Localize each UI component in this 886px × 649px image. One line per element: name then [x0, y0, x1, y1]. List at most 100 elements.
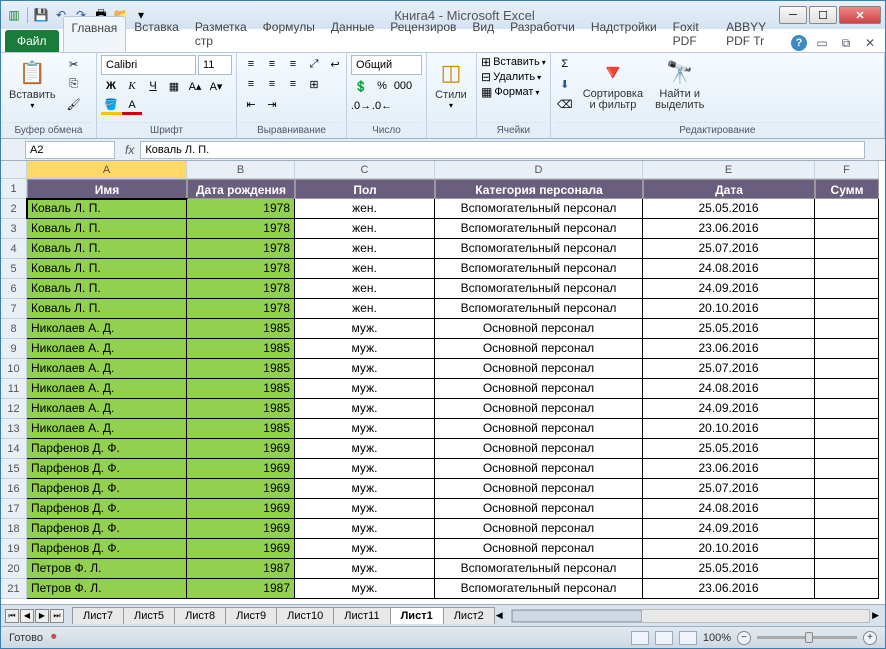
file-tab[interactable]: Файл [5, 30, 59, 52]
border-button[interactable]: ▦ [164, 77, 184, 95]
italic-button[interactable]: К [122, 77, 142, 95]
increase-decimal-icon[interactable]: .0→ [351, 97, 371, 115]
cell[interactable]: 23.06.2016 [643, 579, 815, 599]
cell[interactable]: 25.07.2016 [643, 239, 815, 259]
sheet-tab[interactable]: Лист10 [276, 607, 334, 624]
paste-button[interactable]: 📋 Вставить ▾ [5, 55, 60, 112]
cell[interactable]: Петров Ф. Л. [27, 559, 187, 579]
row-header[interactable]: 16 [1, 479, 27, 499]
cell[interactable]: 24.09.2016 [643, 519, 815, 539]
cell[interactable]: Вспомогательный персонал [435, 279, 643, 299]
decrease-decimal-icon[interactable]: .0← [372, 97, 392, 115]
cell[interactable]: жен. [295, 279, 435, 299]
cell[interactable]: 20.10.2016 [643, 299, 815, 319]
align-center-icon[interactable]: ≡ [262, 75, 282, 93]
cell[interactable] [815, 259, 879, 279]
cell[interactable]: Парфенов Д. Ф. [27, 479, 187, 499]
cell[interactable]: муж. [295, 579, 435, 599]
row-header[interactable]: 19 [1, 539, 27, 559]
font-size-combo[interactable]: 11 [198, 55, 232, 75]
maximize-button[interactable]: ☐ [809, 6, 837, 24]
cell[interactable]: жен. [295, 199, 435, 219]
ribbon-minimize-icon[interactable]: ▭ [813, 34, 831, 52]
cell[interactable] [815, 239, 879, 259]
cell[interactable]: Вспомогательный персонал [435, 259, 643, 279]
find-select-button[interactable]: 🔭 Найти и выделить [651, 55, 708, 113]
ribbon-tab[interactable]: Вставка [126, 16, 187, 52]
cell[interactable] [815, 459, 879, 479]
cell[interactable] [815, 559, 879, 579]
sheet-tab[interactable]: Лист1 [390, 607, 444, 624]
cell[interactable]: Основной персонал [435, 319, 643, 339]
cell[interactable]: 1978 [187, 299, 295, 319]
close-button[interactable]: ✕ [839, 6, 881, 24]
row-header[interactable]: 17 [1, 499, 27, 519]
cell[interactable]: Вспомогательный персонал [435, 199, 643, 219]
cell[interactable]: 1978 [187, 239, 295, 259]
orientation-icon[interactable]: ⤢ [304, 55, 324, 73]
cell[interactable]: Вспомогательный персонал [435, 219, 643, 239]
zoom-out-button[interactable]: − [737, 631, 751, 645]
sheet-first-icon[interactable]: ⏮ [5, 609, 19, 623]
formula-input[interactable]: Коваль Л. П. [140, 141, 865, 159]
align-middle-icon[interactable]: ≡ [262, 55, 282, 73]
th-date[interactable]: Дата [643, 179, 815, 199]
row-header[interactable]: 8 [1, 319, 27, 339]
bold-button[interactable]: Ж [101, 77, 121, 95]
cell[interactable]: Основной персонал [435, 359, 643, 379]
number-format-combo[interactable]: Общий [351, 55, 422, 75]
cell[interactable]: 1978 [187, 199, 295, 219]
currency-icon[interactable]: 💲 [351, 77, 371, 95]
cell[interactable]: 23.06.2016 [643, 219, 815, 239]
col-header-E[interactable]: E [643, 161, 815, 179]
cell[interactable] [815, 419, 879, 439]
row-header[interactable]: 2 [1, 199, 27, 219]
cell[interactable]: муж. [295, 539, 435, 559]
col-header-D[interactable]: D [435, 161, 643, 179]
copy-icon[interactable]: ⎘ [64, 75, 84, 93]
view-break-icon[interactable] [679, 631, 697, 645]
percent-icon[interactable]: % [372, 77, 392, 95]
cell[interactable]: Основной персонал [435, 339, 643, 359]
cell[interactable]: 1985 [187, 359, 295, 379]
sheet-tab[interactable]: Лист2 [443, 607, 495, 624]
cell[interactable]: Николаев А. Д. [27, 319, 187, 339]
cell[interactable]: 1969 [187, 499, 295, 519]
sheet-next-icon[interactable]: ▶ [35, 609, 49, 623]
worksheet-grid[interactable]: A B C D E F 1 Имя Дата рождения Пол Кате… [1, 161, 885, 604]
row-header[interactable]: 11 [1, 379, 27, 399]
cell[interactable]: 1987 [187, 559, 295, 579]
cell[interactable] [815, 479, 879, 499]
doc-restore-icon[interactable]: ⧉ [837, 34, 855, 52]
macro-record-icon[interactable]: ⏺ [51, 631, 57, 644]
cell[interactable]: жен. [295, 259, 435, 279]
cell[interactable]: 20.10.2016 [643, 539, 815, 559]
row-header[interactable]: 6 [1, 279, 27, 299]
cell[interactable]: муж. [295, 379, 435, 399]
cell[interactable]: Коваль Л. П. [27, 239, 187, 259]
excel-icon[interactable]: ▥ [5, 6, 23, 24]
row-header[interactable]: 5 [1, 259, 27, 279]
cell[interactable]: 1978 [187, 219, 295, 239]
cell[interactable]: 25.05.2016 [643, 439, 815, 459]
cell[interactable] [815, 539, 879, 559]
cell[interactable]: 23.06.2016 [643, 459, 815, 479]
cell[interactable]: муж. [295, 319, 435, 339]
cell[interactable]: Парфенов Д. Ф. [27, 499, 187, 519]
cell[interactable]: 1969 [187, 439, 295, 459]
cell[interactable]: Основной персонал [435, 379, 643, 399]
decrease-font-icon[interactable]: A▾ [206, 77, 226, 95]
view-normal-icon[interactable] [631, 631, 649, 645]
cell[interactable]: Основной персонал [435, 479, 643, 499]
cell[interactable]: 1985 [187, 379, 295, 399]
row-header[interactable]: 18 [1, 519, 27, 539]
cell[interactable] [815, 379, 879, 399]
row-header[interactable]: 12 [1, 399, 27, 419]
cell[interactable]: Николаев А. Д. [27, 399, 187, 419]
cell[interactable]: Основной персонал [435, 459, 643, 479]
cell[interactable]: Николаев А. Д. [27, 339, 187, 359]
sheet-tab[interactable]: Лист11 [333, 607, 390, 624]
cell[interactable]: 1985 [187, 319, 295, 339]
styles-button[interactable]: ◫ Стили ▾ [431, 55, 471, 112]
horizontal-scrollbar[interactable] [511, 609, 870, 623]
